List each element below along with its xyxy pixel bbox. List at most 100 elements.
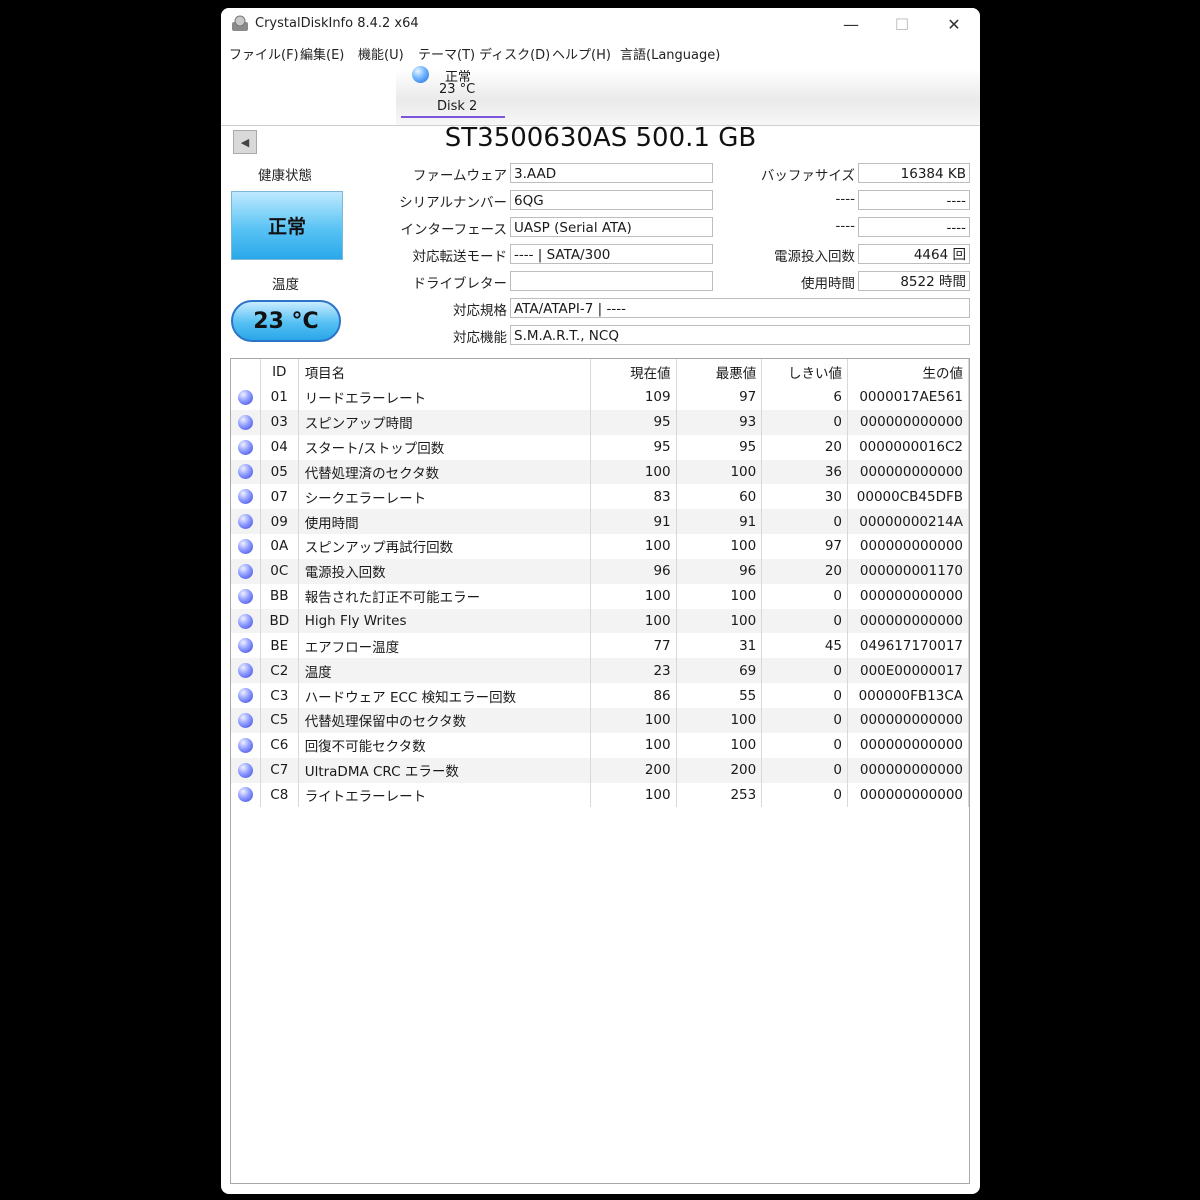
smart-name: 使用時間 xyxy=(297,509,591,535)
smart-worst: 95 xyxy=(675,434,762,460)
smart-threshold: 0 xyxy=(761,658,848,684)
smart-name: 報告された訂正不可能エラー xyxy=(297,583,591,609)
smart-id: C2 xyxy=(259,658,299,684)
smart-id: C3 xyxy=(259,683,299,708)
smart-row[interactable]: BE エアフロー温度 77 31 45 049617170017 xyxy=(231,633,969,659)
smart-current: 96 xyxy=(590,558,677,584)
smart-worst: 97 xyxy=(675,385,762,410)
menu-bar: ファイル(F) 編集(E) 機能(U) テーマ(T) ディスク(D) ヘルプ(H… xyxy=(221,42,980,64)
smart-row[interactable]: 07 シークエラーレート 83 60 30 00000CB45DFB xyxy=(231,484,969,510)
smart-current: 95 xyxy=(590,409,677,435)
smart-name: スピンアップ時間 xyxy=(297,409,591,435)
column-header-threshold[interactable]: しきい値 xyxy=(761,359,848,385)
smart-raw: 000E00000017 xyxy=(847,658,969,684)
smart-raw: 000000000000 xyxy=(847,534,969,559)
maximize-button[interactable]: ☐ xyxy=(877,8,927,40)
features-label: 対応機能 xyxy=(453,330,507,346)
smart-raw: 000000000000 xyxy=(847,732,969,758)
status-ball-icon xyxy=(237,688,253,704)
buffer-size-field: 16384 KB xyxy=(858,163,970,183)
status-ball-icon xyxy=(237,588,253,604)
smart-worst: 100 xyxy=(675,459,762,485)
smart-worst: 96 xyxy=(675,558,762,584)
smart-id: 05 xyxy=(259,459,299,485)
disk-tab-disk2[interactable]: 正常 23 °C Disk 2 xyxy=(397,63,505,125)
smart-current: 91 xyxy=(590,509,677,535)
menu-edit[interactable]: 編集(E) xyxy=(300,44,344,63)
smart-row[interactable]: 05 代替処理済のセクタ数 100 100 36 000000000000 xyxy=(231,459,969,485)
smart-attribute-list[interactable]: ID 項目名 現在値 最悪値 しきい値 生の値 01 リードエラーレート 109 97… xyxy=(230,358,970,1184)
firmware-field: 3.AAD xyxy=(510,163,713,183)
smart-row[interactable]: C3 ハードウェア ECC 検知エラー回数 86 55 0 000000FB13CA xyxy=(231,683,969,708)
column-header-id[interactable]: ID xyxy=(259,359,299,385)
smart-row[interactable]: C8 ライトエラーレート 100 253 0 000000000000 xyxy=(231,782,969,808)
smart-id: BE xyxy=(259,633,299,659)
smart-threshold: 36 xyxy=(761,459,848,485)
smart-row[interactable]: 09 使用時間 91 91 0 00000000214A xyxy=(231,509,969,535)
smart-row[interactable]: C7 UltraDMA CRC エラー数 200 200 0 000000000000 xyxy=(231,757,969,783)
health-label: 健康状態 xyxy=(258,168,312,184)
transfer-mode-field: ---- | SATA/300 xyxy=(510,244,713,264)
drive-letter-field xyxy=(510,271,713,291)
status-ball-icon xyxy=(237,563,253,579)
smart-raw: 000000000000 xyxy=(847,782,969,808)
smart-row[interactable]: BB 報告された訂正不可能エラー 100 100 0 000000000000 xyxy=(231,583,969,609)
smart-current: 100 xyxy=(590,534,677,559)
status-ball-icon xyxy=(237,638,253,654)
smart-row[interactable]: BD High Fly Writes 100 100 0 000000000000 xyxy=(231,608,969,634)
smart-row[interactable]: 04 スタート/ストップ回数 95 95 20 0000000016C2 xyxy=(231,434,969,460)
features-field: S.M.A.R.T., NCQ xyxy=(510,325,970,345)
smart-row[interactable]: C2 温度 23 69 0 000E00000017 xyxy=(231,658,969,684)
column-header-current[interactable]: 現在値 xyxy=(590,359,677,385)
smart-current: 200 xyxy=(590,757,677,783)
menu-language[interactable]: 言語(Language) xyxy=(620,44,720,63)
smart-current: 83 xyxy=(590,484,677,510)
menu-theme[interactable]: テーマ(T) xyxy=(418,44,475,63)
smart-worst: 55 xyxy=(675,683,762,708)
menu-function[interactable]: 機能(U) xyxy=(358,44,404,63)
smart-current: 77 xyxy=(590,633,677,659)
smart-threshold: 6 xyxy=(761,385,848,410)
status-ball-icon xyxy=(237,538,253,554)
power-on-count-field: 4464 回 xyxy=(858,244,970,264)
close-button[interactable]: ✕ xyxy=(929,8,979,40)
smart-name: シークエラーレート xyxy=(297,484,591,510)
status-ball-icon xyxy=(237,737,253,753)
smart-raw: 000000FB13CA xyxy=(847,683,969,708)
smart-current: 100 xyxy=(590,608,677,634)
smart-worst: 100 xyxy=(675,608,762,634)
minimize-button[interactable]: — xyxy=(826,8,876,40)
smart-name: ハードウェア ECC 検知エラー回数 xyxy=(297,683,591,708)
column-header-raw[interactable]: 生の値 xyxy=(847,359,969,385)
column-header-worst[interactable]: 最悪値 xyxy=(675,359,762,385)
smart-row[interactable]: C6 回復不可能セクタ数 100 100 0 000000000000 xyxy=(231,732,969,758)
window-title: CrystalDiskInfo 8.4.2 x64 xyxy=(255,16,419,31)
smart-worst: 69 xyxy=(675,658,762,684)
smart-row[interactable]: C5 代替処理保留中のセクタ数 100 100 0 000000000000 xyxy=(231,707,969,733)
health-status-badge[interactable]: 正常 xyxy=(231,191,343,260)
power-on-count-label: 電源投入回数 xyxy=(774,249,855,265)
smart-worst: 93 xyxy=(675,409,762,435)
standard-label: 対応規格 xyxy=(453,303,507,319)
smart-row[interactable]: 01 リードエラーレート 109 97 6 0000017AE561 xyxy=(231,385,969,410)
column-header-name[interactable]: 項目名 xyxy=(297,359,591,385)
temperature-label: 温度 xyxy=(272,277,299,293)
smart-current: 100 xyxy=(590,459,677,485)
smart-row[interactable]: 0C 電源投入回数 96 96 20 000000001170 xyxy=(231,558,969,584)
menu-help[interactable]: ヘルプ(H) xyxy=(552,44,611,63)
smart-threshold: 0 xyxy=(761,732,848,758)
smart-raw: 00000000214A xyxy=(847,509,969,535)
status-ball-icon xyxy=(237,663,253,679)
menu-file[interactable]: ファイル(F) xyxy=(229,44,299,63)
smart-row[interactable]: 03 スピンアップ時間 95 93 0 000000000000 xyxy=(231,409,969,435)
smart-name: ライトエラーレート xyxy=(297,782,591,808)
smart-worst: 60 xyxy=(675,484,762,510)
smart-name: スタート/ストップ回数 xyxy=(297,434,591,460)
smart-id: C5 xyxy=(259,707,299,733)
smart-table: ID 項目名 現在値 最悪値 しきい値 生の値 01 リードエラーレート 109 97… xyxy=(231,359,969,808)
smart-id: 03 xyxy=(259,409,299,435)
smart-name: High Fly Writes xyxy=(297,608,591,634)
smart-row[interactable]: 0A スピンアップ再試行回数 100 100 97 000000000000 xyxy=(231,534,969,559)
smart-id: C7 xyxy=(259,757,299,783)
menu-disk[interactable]: ディスク(D) xyxy=(479,44,550,63)
